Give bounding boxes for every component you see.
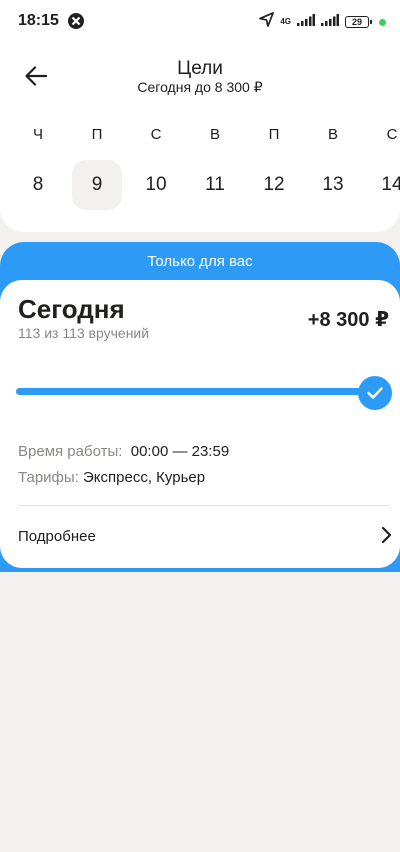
calendar-date[interactable]: 11: [190, 160, 240, 210]
tariffs-value: Экспресс, Курьер: [83, 469, 206, 486]
calendar-date[interactable]: 13: [308, 160, 358, 210]
check-icon: [367, 387, 383, 399]
goal-title: Сегодня: [18, 294, 125, 324]
calendar-date[interactable]: 8: [13, 160, 63, 210]
page-title: Цели: [177, 58, 223, 79]
weekday-label: В: [327, 126, 338, 143]
chevron-right-icon: [380, 526, 392, 549]
signal-icon-2: [321, 13, 339, 31]
more-details-row[interactable]: Подробнее: [0, 510, 400, 562]
calendar-date[interactable]: 10: [131, 160, 181, 210]
location-arrow-icon: [259, 12, 275, 32]
work-time-row: Время работы: 00:00 — 23:59: [18, 443, 229, 460]
goal-progress-text: 113 из 113 вручений: [18, 325, 150, 341]
privacy-dot: [379, 18, 386, 26]
promo-label: Только для вас: [147, 253, 253, 270]
goal-amount: +8 300 ₽: [307, 309, 389, 331]
more-details-label: Подробнее: [18, 528, 96, 545]
signal-icon: [297, 13, 315, 31]
status-bar: 18:15 4G 29: [0, 0, 400, 44]
app-notification-icon: [68, 13, 84, 34]
weekday-label: Ч: [33, 126, 43, 143]
battery-icon: 29: [345, 16, 372, 28]
weekday-label: П: [91, 126, 103, 143]
work-time-label: Время работы:: [18, 443, 123, 460]
progress-complete-badge: [358, 376, 392, 410]
divider: [18, 505, 390, 506]
calendar-date[interactable]: 14: [367, 160, 400, 210]
weekday-label: П: [268, 126, 280, 143]
weekday-label: С: [150, 126, 162, 143]
battery-level: 29: [351, 17, 362, 27]
goal-card: Сегодня 113 из 113 вручений +8 300 ₽ Вре…: [0, 280, 400, 568]
calendar-date[interactable]: 12: [249, 160, 299, 210]
network-type: 4G: [280, 17, 291, 26]
progress-bar: [16, 388, 368, 395]
calendar-date-selected[interactable]: 9: [72, 160, 122, 210]
work-time-value: 00:00 — 23:59: [130, 443, 230, 460]
progress-fill: [16, 388, 368, 395]
tariffs-row: Тарифы: Экспресс, Курьер: [18, 469, 205, 486]
weekday-label: В: [209, 126, 220, 143]
tariffs-label: Тарифы:: [18, 469, 79, 486]
page-subtitle: Сегодня до 8 300 ₽: [137, 79, 263, 95]
header-card: Цели Сегодня до 8 300 ₽ Ч П С В П В С 8 …: [0, 44, 400, 232]
weekday-label: С: [386, 126, 398, 143]
status-indicators: 4G 29: [259, 12, 386, 32]
status-time: 18:15: [18, 12, 59, 29]
